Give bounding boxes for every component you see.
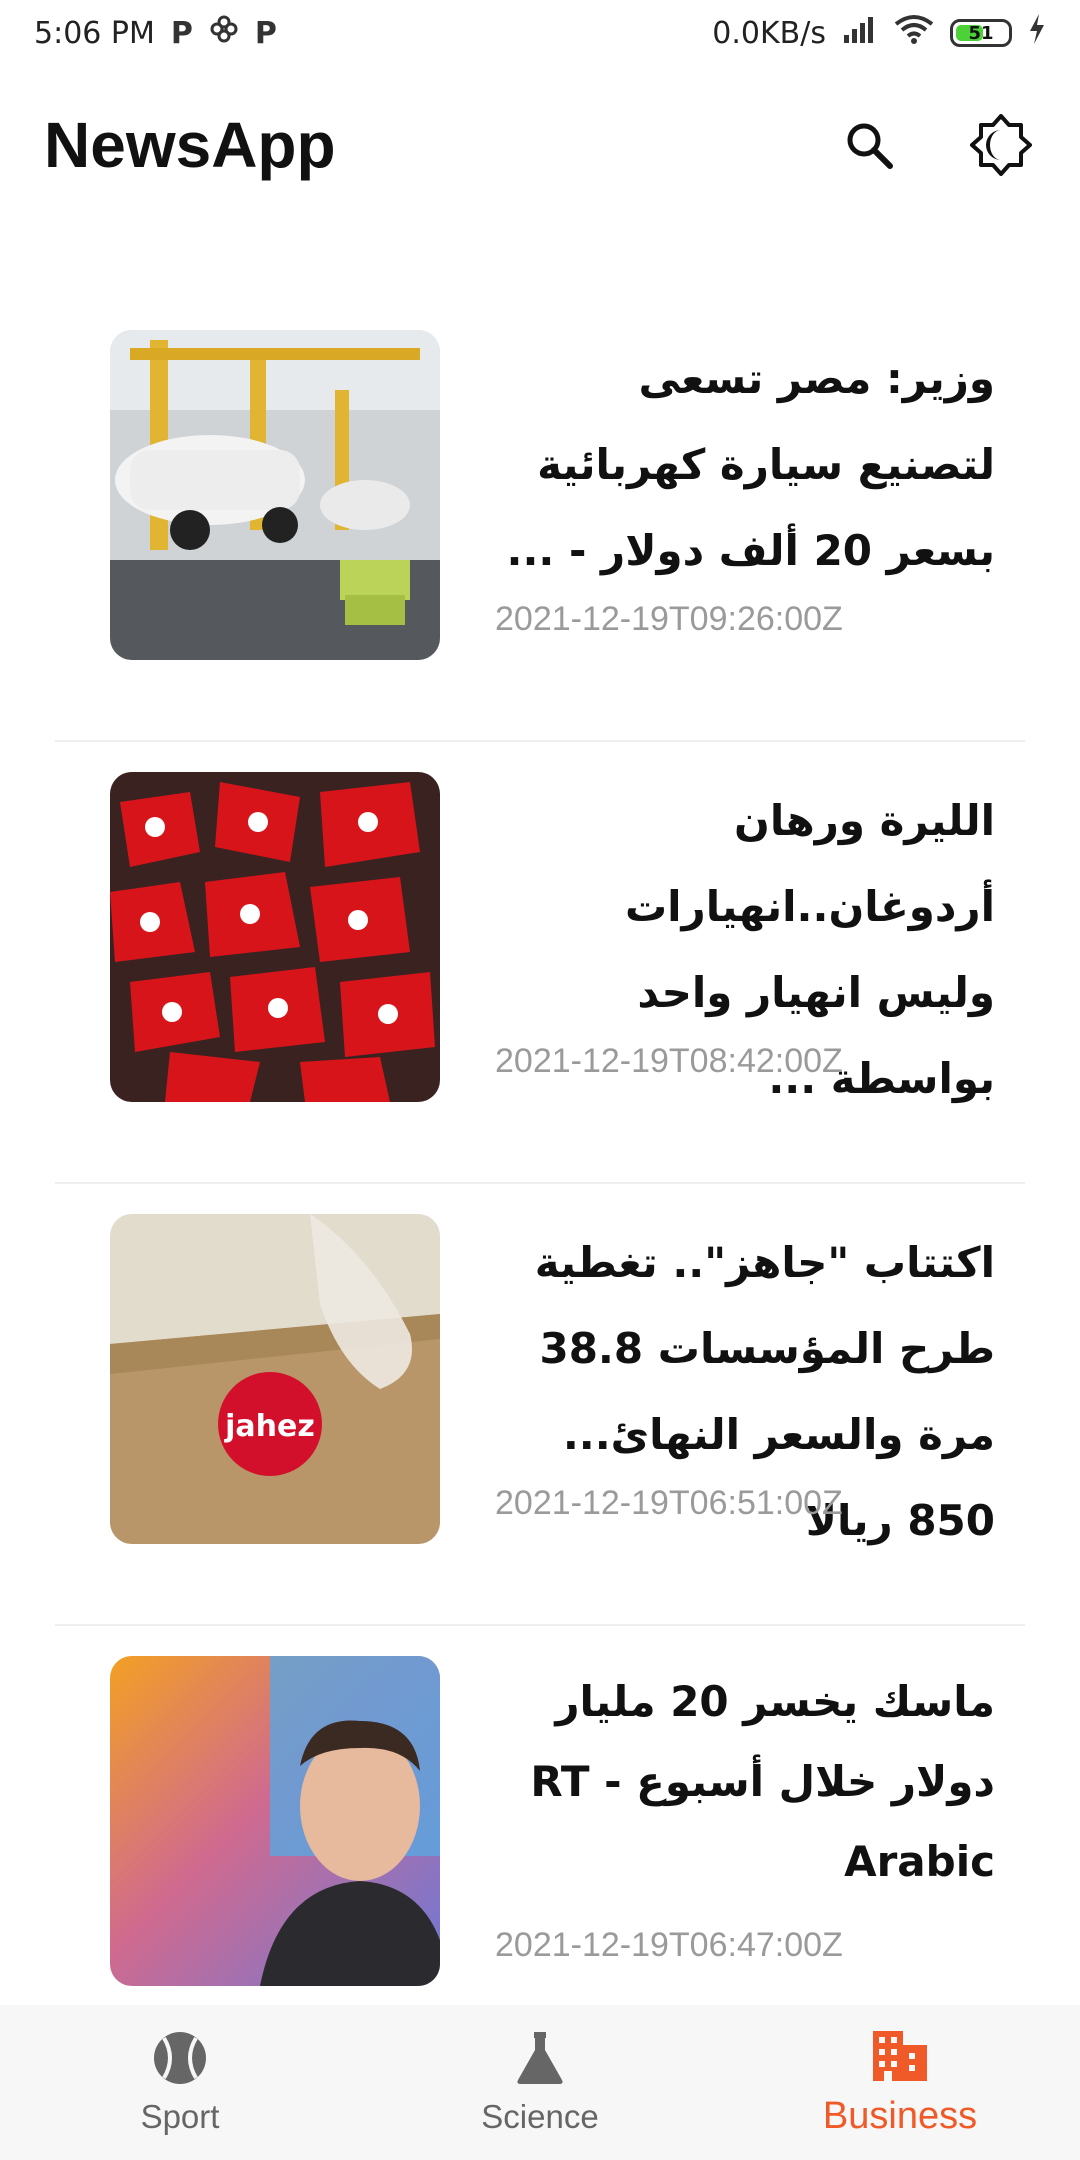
battery-icon: 51 xyxy=(950,19,1012,47)
news-item[interactable]: ماسك يخسر 20 مليار دولار خلال أسبوع - RT… xyxy=(55,1626,1025,1986)
notification-p-icon-2: P xyxy=(254,15,277,51)
notification-p-icon: P xyxy=(170,15,193,51)
news-item[interactable]: وزير: مصر تسعى لتصنيع سيارة كهربائية بسع… xyxy=(55,300,1025,742)
status-bar: 5:06 PM P P 0.0KB/s 51 xyxy=(0,0,1080,66)
science-flask-icon xyxy=(517,2031,563,2084)
nav-label-science: Science xyxy=(481,2097,599,2135)
nav-label-business: Business xyxy=(822,2095,978,2137)
news-item[interactable]: jahez اكتتاب "جاهز".. تغطية طرح المؤسسات… xyxy=(55,1184,1025,1626)
article-date: 2021-12-19T09:26:00Z xyxy=(495,600,843,638)
jahez-logo-text: jahez xyxy=(224,1409,315,1444)
article-thumbnail: jahez xyxy=(110,1214,440,1544)
charging-icon xyxy=(1028,14,1046,52)
brightness-icon xyxy=(970,114,1032,176)
article-thumbnail xyxy=(110,330,440,660)
wifi-icon xyxy=(894,14,934,52)
theme-toggle-button[interactable] xyxy=(966,110,1036,180)
pinwheel-notification-icon xyxy=(209,14,239,52)
nav-label-sport: Sport xyxy=(140,2097,220,2135)
article-thumbnail xyxy=(110,772,440,1102)
sport-ball-icon xyxy=(154,2031,206,2084)
nav-tab-science[interactable]: Science xyxy=(410,2030,670,2136)
search-icon xyxy=(847,123,893,169)
article-title: وزير: مصر تسعى لتصنيع سيارة كهربائية بسع… xyxy=(506,354,995,575)
article-date: 2021-12-19T08:42:00Z xyxy=(495,1042,843,1080)
business-building-icon xyxy=(873,2031,927,2081)
news-list: وزير: مصر تسعى لتصنيع سيارة كهربائية بسع… xyxy=(55,300,1025,1986)
signal-icon xyxy=(842,15,878,51)
nav-tab-sport[interactable]: Sport xyxy=(50,2030,310,2136)
app-title: NewsApp xyxy=(44,109,336,181)
status-time: 5:06 PM xyxy=(34,15,155,51)
article-thumbnail xyxy=(110,1656,440,1986)
article-title: ماسك يخسر 20 مليار دولار خلال أسبوع - RT… xyxy=(530,1677,995,1886)
news-item[interactable]: الليرة ورهان أردوغان..انهيارات وليس انهي… xyxy=(55,742,1025,1184)
network-speed: 0.0KB/s xyxy=(712,15,826,51)
search-button[interactable] xyxy=(834,110,904,180)
article-date: 2021-12-19T06:47:00Z xyxy=(495,1926,843,1964)
app-bar: NewsApp xyxy=(0,90,1080,200)
nav-tab-business[interactable]: Business xyxy=(770,2027,1030,2138)
bottom-navigation: Sport Science Business xyxy=(0,2005,1080,2160)
article-date: 2021-12-19T06:51:00Z xyxy=(495,1484,843,1522)
